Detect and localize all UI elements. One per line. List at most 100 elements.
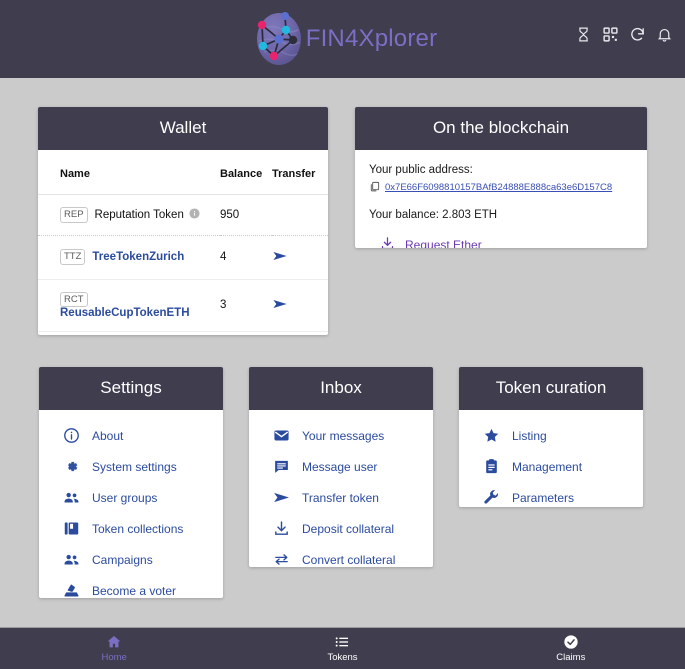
menu-item-about[interactable]: About	[39, 420, 223, 451]
request-ether-label: Request Ether	[405, 238, 482, 248]
token-balance: 950	[220, 208, 240, 221]
star-icon	[483, 427, 500, 444]
token-balance: 4	[220, 251, 227, 263]
public-address-row: 0x7E66F6098810157BAfB24888E888ca63e6D157…	[369, 179, 633, 197]
nav-item-label: Tokens	[327, 652, 358, 663]
nav-item-label: Claims	[556, 652, 586, 663]
menu-item-label: About	[92, 428, 124, 443]
nav-item-tokens[interactable]: Tokens	[228, 634, 456, 663]
token-symbol-badge: RCT	[60, 291, 88, 307]
eth-balance-text: Your balance: 2.803 ETH	[369, 209, 498, 221]
wallet-row-name-cell: RCTReusableCupTokenETH	[38, 279, 220, 333]
menu-item-label: Token collections	[92, 521, 184, 536]
menu-item-label: User groups	[92, 490, 158, 505]
wallet-table-header-row: Name Balance Transfer	[38, 150, 328, 195]
check-circle-icon	[563, 634, 579, 650]
brand[interactable]: FIN4Xplorer	[248, 8, 438, 70]
token-name[interactable]: ReusableCupTokenETH	[60, 307, 190, 319]
send-icon[interactable]	[272, 251, 288, 267]
settings-menu: About System settings User groups Token …	[39, 410, 223, 598]
menu-item-parameters[interactable]: Parameters	[459, 482, 643, 507]
request-ether-button[interactable]: Request Ether	[369, 236, 633, 248]
collections-icon	[63, 520, 80, 537]
copy-icon[interactable]	[369, 179, 380, 197]
token-name: Reputation Token	[94, 208, 184, 221]
info-circle-icon	[63, 427, 80, 444]
table-row[interactable]: RCTReusableCupTokenETH 3	[38, 279, 328, 333]
brand-title: FIN4Xplorer	[305, 25, 438, 52]
token-curation-menu: Listing Management Parameters	[459, 410, 643, 507]
wallet-row-name-cell: REP Reputation Token	[38, 194, 220, 236]
token-name[interactable]: TreeTokenZurich	[92, 251, 184, 263]
menu-item-transfer-token[interactable]: Transfer token	[249, 482, 433, 513]
token-balance: 3	[220, 299, 227, 312]
menu-item-management[interactable]: Management	[459, 451, 643, 482]
public-address-value[interactable]: 0x7E66F6098810157BAfB24888E888ca63e6D157…	[385, 182, 612, 194]
column-header-name: Name	[38, 150, 220, 195]
menu-item-listing[interactable]: Listing	[459, 420, 643, 451]
nav-item-home[interactable]: Home	[0, 634, 228, 663]
wallet-row-balance-cell: 4	[220, 235, 272, 280]
menu-item-label: Management	[512, 459, 583, 474]
wallet-row-transfer-cell	[272, 279, 328, 333]
nav-item-claims[interactable]: Claims	[457, 634, 685, 663]
token-symbol-badge: REP	[60, 207, 88, 223]
bell-icon[interactable]	[656, 26, 673, 43]
menu-item-become-a-voter[interactable]: Become a voter	[39, 575, 223, 598]
inbox-menu: Your messages Message user Transfer toke…	[249, 410, 433, 567]
menu-item-token-collections[interactable]: Token collections	[39, 513, 223, 544]
menu-item-convert-collateral[interactable]: Convert collateral	[249, 544, 433, 567]
public-address-label: Your public address:	[369, 164, 473, 176]
wallet-row-name-cell: TTZ TreeTokenZurich	[38, 235, 220, 280]
bottom-navigation-bar: Home Tokens Claims	[0, 627, 685, 669]
menu-item-label: System settings	[92, 459, 177, 474]
settings-card: Settings About System settings User grou…	[39, 367, 223, 598]
top-header-bar: FIN4Xplorer	[0, 0, 685, 78]
refresh-icon[interactable]	[629, 26, 646, 43]
menu-item-label: Campaigns	[92, 552, 153, 567]
nav-item-label: Home	[101, 652, 127, 663]
settings-card-title: Settings	[39, 367, 223, 410]
header-icon-group	[575, 26, 673, 43]
token-curation-card-title: Token curation	[459, 367, 643, 410]
table-row[interactable]: REP Reputation Token 950	[38, 194, 328, 236]
info-icon[interactable]	[189, 208, 200, 222]
menu-item-campaigns[interactable]: Campaigns	[39, 544, 223, 575]
inbox-card: Inbox Your messages Message user Transfe…	[249, 367, 433, 567]
menu-item-user-groups[interactable]: User groups	[39, 482, 223, 513]
swap-horizontal-icon	[273, 551, 290, 567]
menu-item-system-settings[interactable]: System settings	[39, 451, 223, 482]
menu-item-label: Become a voter	[92, 583, 177, 598]
people-icon	[63, 489, 80, 506]
menu-item-label: Message user	[302, 459, 378, 474]
qr-code-icon[interactable]	[602, 26, 619, 43]
token-curation-card: Token curation Listing Management Parame…	[459, 367, 643, 507]
column-header-balance: Balance	[220, 150, 272, 195]
download-icon	[380, 236, 395, 248]
wallet-row-balance-cell: 3	[220, 279, 272, 333]
people-icon	[63, 551, 80, 568]
menu-item-label: Your messages	[302, 428, 385, 443]
blockchain-card-body: Your public address: 0x7E66F6098810157BA…	[355, 150, 647, 248]
how-to-vote-icon	[63, 582, 80, 598]
chat-icon	[273, 458, 290, 475]
gear-icon	[63, 458, 80, 475]
app-root: FIN4Xplorer Wallet Name Balance Transfer…	[0, 0, 685, 669]
clipboard-icon	[483, 458, 500, 475]
menu-item-deposit-collateral[interactable]: Deposit collateral	[249, 513, 433, 544]
column-header-transfer: Transfer	[272, 150, 328, 195]
network-globe-logo-icon	[248, 8, 310, 70]
menu-item-label: Transfer token	[302, 490, 379, 505]
send-icon	[273, 489, 290, 506]
menu-item-label: Convert collateral	[302, 552, 396, 567]
wallet-table: Name Balance Transfer REP Reputation Toke…	[38, 150, 328, 333]
table-row[interactable]: TTZ TreeTokenZurich 4	[38, 235, 328, 280]
menu-item-message-user[interactable]: Message user	[249, 451, 433, 482]
menu-item-your-messages[interactable]: Your messages	[249, 420, 433, 451]
hourglass-icon[interactable]	[575, 26, 592, 43]
token-symbol-badge: TTZ	[60, 249, 86, 265]
download-icon	[273, 520, 290, 537]
wallet-row-transfer-cell	[272, 235, 328, 280]
wallet-card-title: Wallet	[38, 107, 328, 150]
send-icon[interactable]	[272, 299, 288, 315]
